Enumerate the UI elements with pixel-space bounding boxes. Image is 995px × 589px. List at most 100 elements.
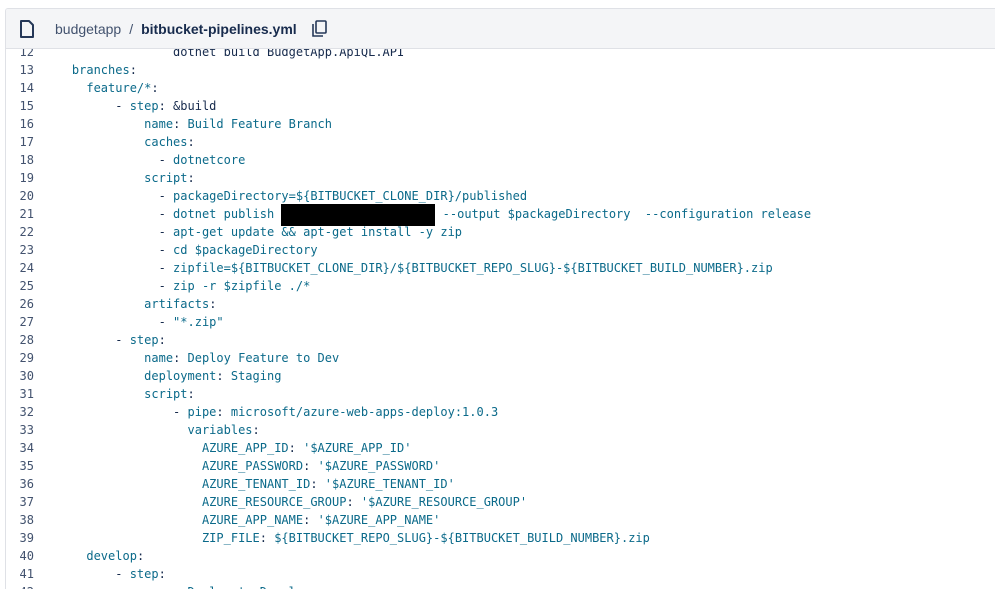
code-token: script — [144, 387, 188, 401]
line-number: 21 — [19, 207, 34, 221]
line-source: - zip -r $zipfile ./* — [34, 277, 311, 295]
code-view[interactable]: 12 dotnet build BudgetApp.ApiQL.API 13 br… — [6, 49, 995, 589]
line-number: 15 — [19, 99, 34, 113]
line-number: 34 — [19, 441, 34, 455]
code-token: artifacts — [144, 297, 210, 311]
file-header: budgetapp / bitbucket-pipelines.yml — [6, 9, 995, 49]
line-source: name: Deploy Feature to Dev — [34, 349, 339, 367]
line-source: - "*.zip" — [34, 313, 224, 331]
code-line: 30 deployment: Staging — [6, 367, 995, 385]
code-token: '$AZURE_TENANT_ID' — [324, 477, 455, 491]
code-token: - — [43, 405, 188, 419]
code-token: : — [173, 117, 188, 131]
code-token: : — [259, 531, 275, 545]
line-number: 35 — [19, 459, 34, 473]
file-viewer: budgetapp / bitbucket-pipelines.yml 12 d… — [5, 8, 995, 589]
code-token: : — [187, 171, 195, 185]
code-line: 32 - pipe: microsoft/azure-web-apps-depl… — [6, 403, 995, 421]
code-line: 38 AZURE_APP_NAME: '$AZURE_APP_NAME' — [6, 511, 995, 529]
code-token: ${BITBUCKET_REPO_SLUG}-${BITBUCKET_BUILD… — [274, 531, 650, 545]
code-token: AZURE_PASSWORD — [201, 459, 304, 473]
code-line: 40 develop: — [6, 547, 995, 565]
code-line: 35 AZURE_PASSWORD: '$AZURE_PASSWORD' — [6, 457, 995, 475]
code-line: 33 variables: — [6, 421, 995, 439]
line-source: deployment: Staging — [34, 367, 281, 385]
code-line: 24 - zipfile=${BITBUCKET_CLONE_DIR}/${BI… — [6, 259, 995, 277]
code-token: deployment — [144, 369, 217, 383]
code-line: 41 - step: — [6, 565, 995, 583]
code-token: : — [310, 477, 325, 491]
line-number: 40 — [19, 549, 34, 563]
code-token: : — [187, 135, 195, 149]
code-token: Staging — [230, 369, 282, 383]
line-number: 28 — [19, 333, 34, 347]
code-token: '$AZURE_RESOURCE_GROUP' — [360, 495, 528, 509]
code-token: : — [216, 369, 231, 383]
line-source: - step: — [34, 565, 166, 583]
code-token: - — [43, 279, 174, 293]
line-number: 14 — [19, 81, 34, 95]
breadcrumb-repo[interactable]: budgetapp — [55, 21, 121, 37]
code-token: : — [158, 567, 166, 581]
code-token: step — [129, 567, 159, 581]
code-line: 21 - dotnet publish --output $packageDir… — [6, 203, 995, 226]
code-token: - — [43, 99, 130, 113]
code-line: 18 - dotnetcore — [6, 151, 995, 169]
line-source: AZURE_APP_ID: '$AZURE_APP_ID' — [34, 439, 412, 457]
line-source: - pipe: microsoft/azure-web-apps-deploy:… — [34, 403, 498, 421]
code-token: zipfile=${BITBUCKET_CLONE_DIR}/${BITBUCK… — [173, 261, 773, 275]
line-source: name: Deploy to Develop — [34, 583, 310, 589]
code-token: : — [187, 387, 195, 401]
line-number: 23 — [19, 243, 34, 257]
code-token: zip -r $zipfile ./* — [173, 279, 311, 293]
line-number: 20 — [19, 189, 34, 203]
line-source: - packageDirectory=${BITBUCKET_CLONE_DIR… — [34, 187, 527, 205]
line-number: 36 — [19, 477, 34, 491]
line-source: dotnet build BudgetApp.ApiQL.API — [34, 49, 404, 61]
line-source: ZIP_FILE: ${BITBUCKET_REPO_SLUG}-${BITBU… — [34, 529, 650, 547]
code-line: 26 artifacts: — [6, 295, 995, 313]
line-source: caches: — [34, 133, 195, 151]
line-source: - zipfile=${BITBUCKET_CLONE_DIR}/${BITBU… — [34, 259, 773, 277]
line-source: - step: — [34, 331, 166, 349]
line-number: 29 — [19, 351, 34, 365]
code-token: - — [43, 243, 174, 257]
code-token: dotnetcore — [173, 153, 246, 167]
line-source: - apt-get update && apt-get install -y z… — [34, 223, 462, 241]
line-number: 24 — [19, 261, 34, 275]
line-source: - dotnet publish --output $packageDirect… — [34, 203, 811, 226]
line-source: script: — [34, 385, 195, 403]
code-lines: 12 dotnet build BudgetApp.ApiQL.API 13 br… — [6, 49, 995, 589]
code-token: microsoft/azure-web-apps-deploy:1.0.3 — [230, 405, 499, 419]
code-line: 12 dotnet build BudgetApp.ApiQL.API — [6, 49, 995, 61]
code-line: 23 - cd $packageDirectory — [6, 241, 995, 259]
code-token: packageDirectory=${BITBUCKET_CLONE_DIR}/… — [173, 189, 528, 203]
code-token: '$AZURE_APP_ID' — [303, 441, 412, 455]
code-token: : — [303, 513, 318, 527]
code-line: 39 ZIP_FILE: ${BITBUCKET_REPO_SLUG}-${BI… — [6, 529, 995, 547]
code-line: 29 name: Deploy Feature to Dev — [6, 349, 995, 367]
code-token: : — [303, 459, 318, 473]
line-number: 42 — [6, 583, 34, 589]
line-source: variables: — [34, 421, 260, 439]
line-number: 39 — [19, 531, 34, 545]
breadcrumb-file: bitbucket-pipelines.yml — [141, 20, 297, 37]
code-token: - — [43, 315, 174, 329]
code-token: variables — [187, 423, 253, 437]
code-token: : — [136, 549, 145, 563]
code-token: - — [43, 207, 174, 221]
code-token: dotnet publish — [173, 207, 282, 221]
line-source: AZURE_APP_NAME: '$AZURE_APP_NAME' — [34, 511, 440, 529]
code-token: - — [43, 189, 174, 203]
copy-icon[interactable] — [311, 20, 328, 38]
